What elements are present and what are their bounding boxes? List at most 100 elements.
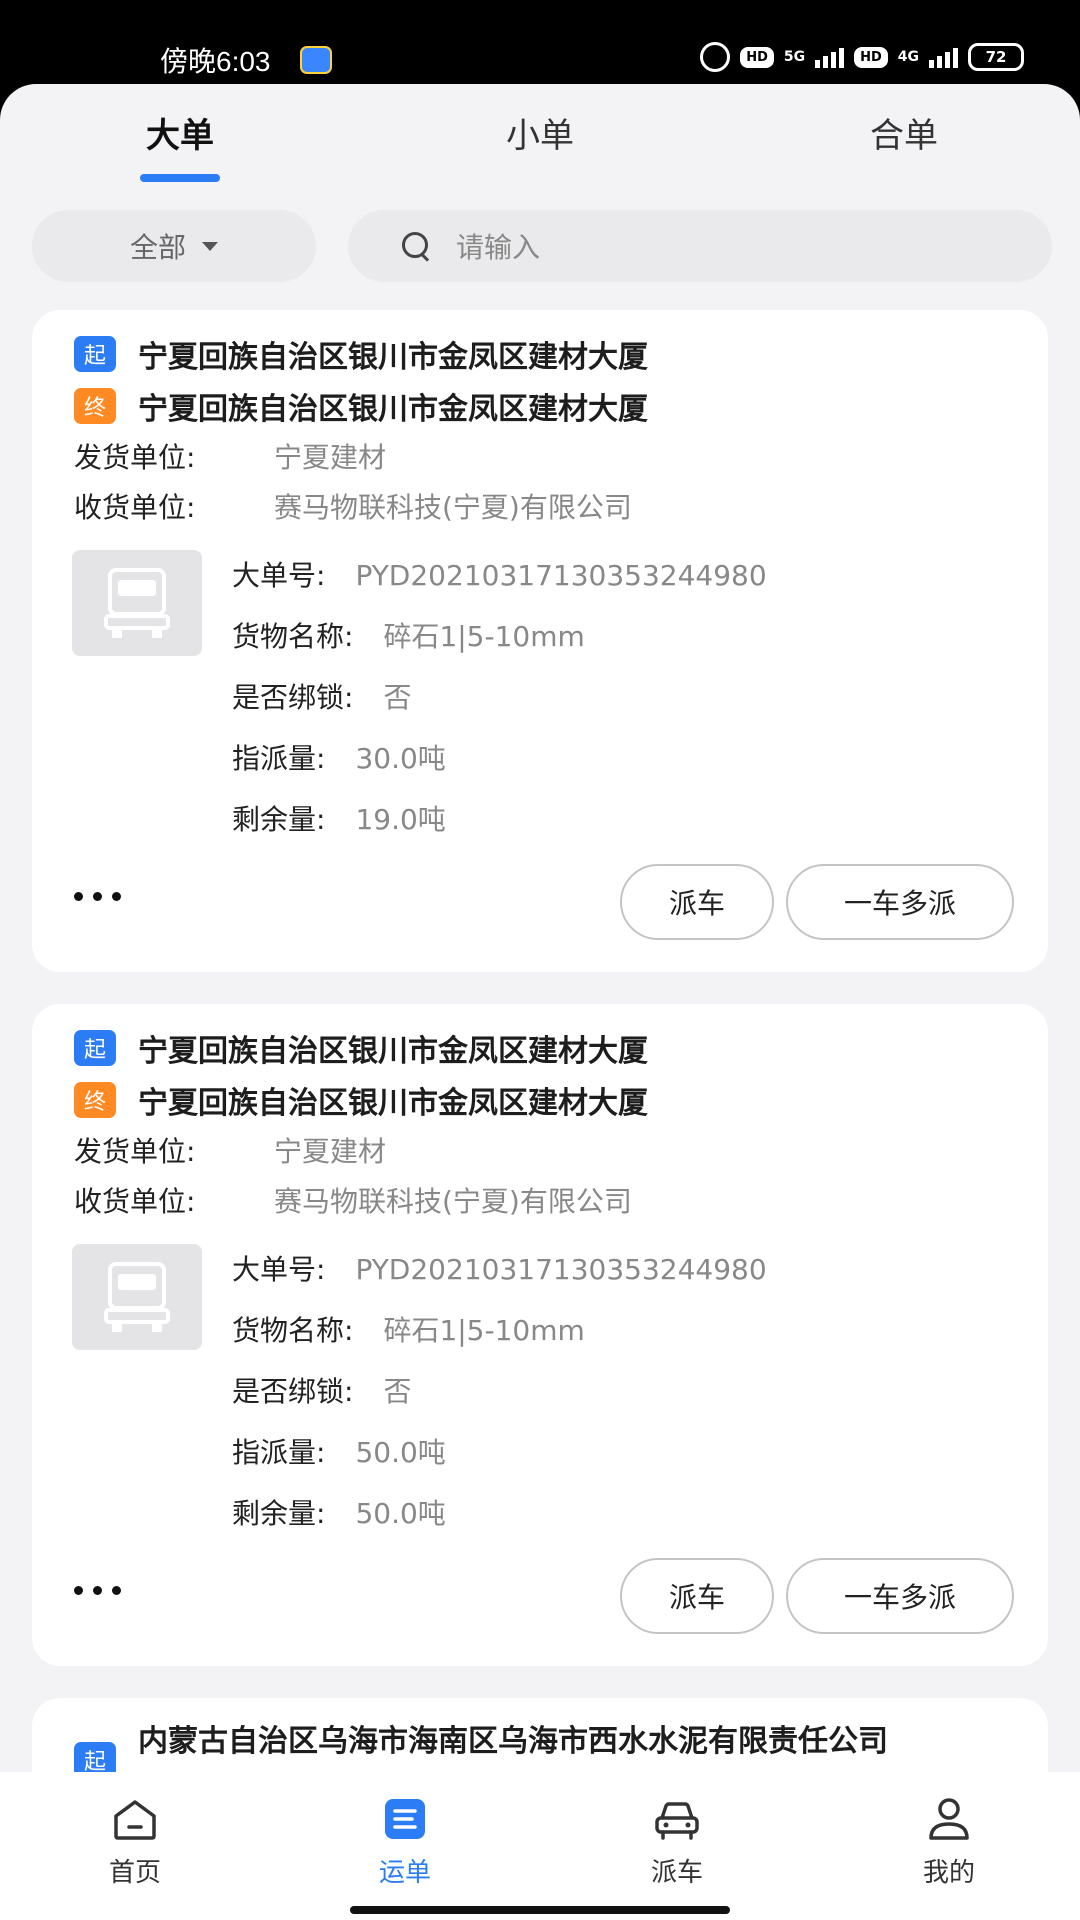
sender-value: 宁夏建材 [274,1135,387,1168]
lock-label: 是否绑锁: [232,681,354,714]
order-card[interactable]: 起 宁夏回族自治区银川市金凤区建材大厦 终 宁夏回族自治区银川市金凤区建材大厦 … [32,1004,1048,1666]
goods-row: 货物名称: 碎石1|5-10mm [232,615,585,655]
caret-down-icon [202,241,218,251]
remaining-label: 剩余量: [232,803,326,836]
lock-value: 否 [383,1375,412,1408]
origin-address: 起 内蒙古自治区乌海市海南区乌海市西水水泥有限责任公司 [74,1722,998,1778]
truck-thumbnail [72,550,202,656]
truck-icon [104,1262,170,1332]
assigned-value: 30.0吨 [355,742,446,775]
hd-badge: HD [854,46,888,68]
hd-badge: HD [740,46,774,68]
tab-combined-order[interactable]: 合单 [870,108,938,157]
waybill-icon [385,1799,425,1839]
sender-label: 发货单位: [74,1135,196,1168]
lock-row: 是否绑锁: 否 [232,676,411,716]
lock-label: 是否绑锁: [232,1375,354,1408]
sender-value: 宁夏建材 [274,441,387,474]
search-icon [402,232,430,260]
car-icon [655,1802,699,1840]
destination-badge: 终 [74,1082,116,1118]
nav-home-label: 首页 [108,1858,161,1888]
search-placeholder: 请输入 [456,231,541,264]
tab-small-order[interactable]: 小单 [506,108,574,157]
assigned-row: 指派量: 50.0吨 [232,1431,446,1471]
alarm-icon [700,42,731,72]
active-tab-indicator [140,174,220,182]
order-number-label: 大单号: [232,1253,326,1286]
assigned-label: 指派量: [232,1436,326,1469]
order-card[interactable]: 起 宁夏回族自治区银川市金凤区建材大厦 终 宁夏回族自治区银川市金凤区建材大厦 … [32,310,1048,972]
order-number-label: 大单号: [232,559,326,592]
receiver-label: 收货单位: [74,1185,196,1218]
remaining-row: 剩余量: 50.0吨 [232,1492,446,1532]
goods-value: 碎石1|5-10mm [383,1314,585,1347]
destination-badge: 终 [74,388,116,424]
more-options-icon[interactable] [74,892,121,901]
more-options-icon[interactable] [74,1586,121,1595]
assigned-row: 指派量: 30.0吨 [232,737,446,777]
goods-label: 货物名称: [232,620,354,653]
origin-address-text: 宁夏回族自治区银川市金凤区建材大厦 [138,340,648,375]
order-number-value: PYD20210317130353244980 [355,1253,767,1286]
status-filter-dropdown[interactable]: 全部 [32,210,316,282]
goods-label: 货物名称: [232,1314,354,1347]
status-icons: HD 5G HD 4G 72 [700,42,1024,72]
receiver-label: 收货单位: [74,491,196,524]
sender-row: 发货单位: 宁夏建材 [74,1130,386,1170]
destination-address-text: 宁夏回族自治区银川市金凤区建材大厦 [138,1086,648,1121]
remaining-row: 剩余量: 19.0吨 [232,798,446,838]
receiver-row: 收货单位: 赛马物联科技(宁夏)有限公司 [74,486,632,526]
destination-address-text: 宁夏回族自治区银川市金凤区建材大厦 [138,392,648,427]
signal-icon [929,46,958,68]
receiver-value: 赛马物联科技(宁夏)有限公司 [274,491,632,524]
status-time: 傍晚6:03 [160,46,271,77]
signal-icon [815,46,845,68]
remaining-value: 50.0吨 [355,1497,446,1530]
nav-dispatch[interactable]: 派车 [597,1794,757,1889]
nav-home[interactable]: 首页 [55,1794,215,1889]
multi-dispatch-button[interactable]: 一车多派 [786,1558,1014,1634]
truck-icon [104,568,170,638]
dispatch-button[interactable]: 派车 [620,864,774,940]
remaining-label: 剩余量: [232,1497,326,1530]
destination-address: 终 宁夏回族自治区银川市金凤区建材大厦 [74,384,648,428]
receiver-value: 赛马物联科技(宁夏)有限公司 [274,1185,632,1218]
nav-profile-label: 我的 [922,1858,975,1888]
app-screen: 大单 小单 合单 全部 请输入 起 宁夏回族自治区银川市金凤区建材大厦 终 宁夏… [0,84,1080,1920]
origin-address: 起 宁夏回族自治区银川市金凤区建材大厦 [74,1026,648,1070]
order-number-row: 大单号: PYD20210317130353244980 [232,1248,767,1288]
origin-address: 起 宁夏回族自治区银川市金凤区建材大厦 [74,332,648,376]
dispatch-button[interactable]: 派车 [620,1558,774,1634]
destination-address: 终 宁夏回族自治区银川市金凤区建材大厦 [74,1078,648,1122]
nav-profile[interactable]: 我的 [869,1794,1029,1889]
origin-address-text: 宁夏回族自治区银川市金凤区建材大厦 [138,1034,648,1069]
origin-badge: 起 [74,336,116,372]
order-number-value: PYD20210317130353244980 [355,559,767,592]
nav-dispatch-label: 派车 [650,1858,703,1888]
goods-row: 货物名称: 碎石1|5-10mm [232,1309,585,1349]
search-input[interactable]: 请输入 [348,210,1052,282]
origin-address-text: 内蒙古自治区乌海市海南区乌海市西水水泥有限责任公司 [138,1724,888,1759]
nav-waybill[interactable]: 运单 [325,1794,485,1889]
home-icon [114,1800,156,1840]
multi-dispatch-button[interactable]: 一车多派 [786,864,1014,940]
network-type: 5G [783,49,806,65]
notification-app-icon [300,46,332,74]
network-type: 4G [897,49,919,65]
tab-large-order[interactable]: 大单 [146,108,214,157]
receiver-row: 收货单位: 赛马物联科技(宁夏)有限公司 [74,1180,632,1220]
bottom-navigation: 首页 运单 派车 我的 [0,1772,1080,1920]
profile-icon [929,1798,969,1840]
sender-label: 发货单位: [74,441,196,474]
sender-row: 发货单位: 宁夏建材 [74,436,386,476]
assigned-label: 指派量: [232,742,326,775]
home-indicator[interactable] [350,1906,730,1914]
battery-icon: 72 [968,43,1024,71]
status-bar: 傍晚6:03 HD 5G HD 4G 72 [0,0,1080,84]
filter-selected-value: 全部 [129,231,186,264]
origin-badge: 起 [74,1030,116,1066]
goods-value: 碎石1|5-10mm [383,620,585,653]
assigned-value: 50.0吨 [355,1436,446,1469]
lock-row: 是否绑锁: 否 [232,1370,411,1410]
